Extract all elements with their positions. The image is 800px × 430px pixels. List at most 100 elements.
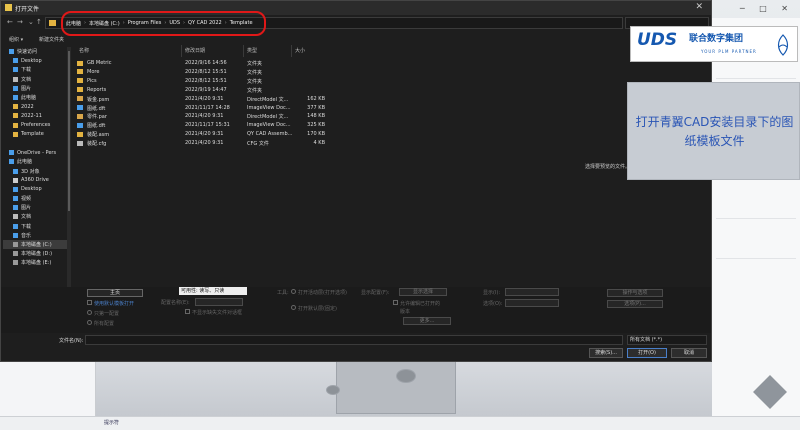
nav-item[interactable]: 文档 <box>3 212 67 221</box>
nav-item[interactable]: 下载 <box>3 222 67 231</box>
file-date: 2022/9/19 14:47 <box>185 86 227 93</box>
cad-model-body <box>336 359 456 414</box>
download-icon <box>13 223 18 229</box>
column-header-date[interactable]: 修改日期 <box>185 47 205 54</box>
nav-item[interactable]: A360 Drive <box>3 176 67 185</box>
cad-viewport[interactable] <box>96 355 712 416</box>
file-type: DirectModel 文... <box>247 114 289 121</box>
forward-arrow-icon[interactable]: → <box>17 18 23 26</box>
more-button[interactable]: 更多... <box>403 317 451 325</box>
nav-item[interactable]: 音乐 <box>3 231 67 240</box>
file-row[interactable]: Pics 2022/8/12 15:51 文件夹 <box>73 77 333 86</box>
nav-item[interactable]: 2022 <box>3 102 67 111</box>
nav-item[interactable]: 本地磁盘 (C:) <box>3 239 67 250</box>
all-configs-radio[interactable] <box>87 320 92 325</box>
file-size: 162 KB <box>307 95 325 102</box>
file-type-select[interactable]: 所有文档 (*.*) <box>627 335 707 345</box>
file-row[interactable]: 装配.cfg 2021/4/20 9:31 CFG 文件 4 KB <box>73 139 333 148</box>
file-name: Reports <box>87 86 107 93</box>
no-missing-dialog-checkbox[interactable] <box>185 309 190 314</box>
nav-item[interactable]: 此电脑 <box>3 157 67 166</box>
back-arrow-icon[interactable]: ← <box>7 18 13 26</box>
nav-item <box>3 139 67 148</box>
nav-item[interactable]: 文档 <box>3 75 67 84</box>
file-row[interactable]: 钣金.psm 2021/4/20 9:31 DirectModel 文... 162 … <box>73 95 333 104</box>
address-highlight-annotation <box>61 11 266 36</box>
file-name: 装配.asm <box>87 132 110 139</box>
nav-item[interactable]: Preferences <box>3 121 67 130</box>
active-layer-radio[interactable] <box>291 289 296 294</box>
file-size: 325 KB <box>307 122 325 129</box>
nav-item-label: 音乐 <box>21 232 32 239</box>
nav-item[interactable]: 此电脑 <box>3 93 67 102</box>
no-missing-dialog-label: 不显示缺失文件对话框 <box>192 310 243 316</box>
show-config-select[interactable]: 显示选择 <box>399 288 447 296</box>
folder-icon <box>13 113 18 119</box>
display-label: 显示(I): <box>483 290 501 296</box>
tools-label: 工具: <box>277 290 289 296</box>
config-name-select[interactable] <box>195 298 243 306</box>
nav-item[interactable]: 本地磁盘 (D:) <box>3 249 67 258</box>
search-button[interactable]: 搜索(S)... <box>589 348 623 358</box>
file-row[interactable]: Reports 2022/9/19 14:47 文件夹 <box>73 86 333 95</box>
cad-model-hole <box>326 385 340 395</box>
column-header-type[interactable]: 类型 <box>247 47 257 54</box>
open-options-panel: 主页 使用默认模板打开 只第一配置 所有配置 配置名称(E): 不显示缺失文件对… <box>1 287 711 333</box>
nav-item[interactable]: 2022-11 <box>3 111 67 120</box>
nav-item[interactable]: Desktop <box>3 56 67 65</box>
column-header-name[interactable]: 名称 <box>79 47 89 54</box>
column-header-size[interactable]: 大小 <box>295 47 305 54</box>
file-row[interactable]: GB Metric 2022/9/16 14:56 文件夹 <box>73 59 333 68</box>
sheetmetal-file-icon <box>77 96 83 102</box>
operations-button[interactable]: 操作与选项 <box>607 289 663 297</box>
up-arrow-icon[interactable]: ↑ <box>36 18 42 26</box>
new-folder-button[interactable]: 新建文件夹 <box>39 36 64 43</box>
nav-item-label: Template <box>21 131 44 138</box>
file-row[interactable]: More 2022/8/12 15:51 文件夹 <box>73 68 333 77</box>
organize-menu[interactable]: 组织 ▾ <box>9 36 23 43</box>
nav-item-label: A360 Drive <box>21 177 49 184</box>
cancel-button[interactable]: 取消 <box>671 348 707 358</box>
nav-item[interactable]: Desktop <box>3 185 67 194</box>
nav-item-label: 文档 <box>21 214 32 221</box>
nav-item[interactable]: 快速访问 <box>3 47 67 56</box>
filename-input[interactable] <box>85 335 623 345</box>
nav-item[interactable]: 视频 <box>3 194 67 203</box>
allow-edit-label: 允许编辑已打开的 <box>400 301 441 307</box>
file-date: 2022/8/12 15:51 <box>185 77 227 84</box>
use-default-checkbox[interactable] <box>87 300 92 305</box>
display-select[interactable] <box>505 288 559 296</box>
file-type: ImageView Doc... <box>247 104 291 111</box>
close-icon[interactable]: ✕ <box>695 2 703 12</box>
file-row[interactable]: 图纸.dft 2021/11/17 14:28 ImageView Doc... 37… <box>73 104 333 113</box>
file-type: DirectModel 文... <box>247 96 289 103</box>
folder-icon <box>13 131 18 137</box>
nav-pane-scrollbar[interactable] <box>67 47 71 287</box>
options-button[interactable]: 选项(P)... <box>607 300 663 308</box>
allow-edit-checkbox[interactable] <box>393 300 398 305</box>
file-row[interactable]: 图纸.dft 2021/11/17 15:31 ImageView Doc... 32… <box>73 121 333 130</box>
first-config-radio[interactable] <box>87 310 92 315</box>
recent-locations-chevron-icon[interactable]: ⌄ <box>28 18 34 26</box>
music-icon <box>13 232 18 238</box>
app-window-controls[interactable]: ─ □ ✕ <box>740 4 794 13</box>
file-row[interactable]: 装配.asm 2021/4/20 9:31 QY CAD Assemb... 170 … <box>73 130 333 139</box>
file-type: 文件夹 <box>247 78 263 85</box>
nav-item[interactable]: 图片 <box>3 203 67 212</box>
default-layer-radio[interactable] <box>291 305 296 310</box>
file-date: 2022/9/16 14:56 <box>185 60 227 66</box>
nav-item[interactable]: 图片 <box>3 84 67 93</box>
nav-item[interactable]: OneDrive - Pers <box>3 148 67 157</box>
nav-item[interactable]: 3D 对象 <box>3 166 67 175</box>
home-button[interactable]: 主页 <box>87 289 143 297</box>
open-file-dialog: 打开文件 ✕ ← → ⌄ ↑ 此电脑 › 本地磁盘 (C:) › Program Fil… <box>0 0 712 362</box>
file-row[interactable]: 零件.par 2021/4/20 9:31 DirectModel 文... 148 … <box>73 112 333 121</box>
open-button[interactable]: 打开(O) <box>627 348 667 358</box>
nav-item[interactable]: 本地磁盘 (E:) <box>3 258 67 267</box>
picture-icon <box>13 205 18 211</box>
file-date: 2021/4/20 9:31 <box>185 131 224 138</box>
nav-item[interactable]: Template <box>3 130 67 139</box>
nav-item[interactable]: 下载 <box>3 65 67 74</box>
options-select[interactable] <box>505 299 559 307</box>
logo-emblem-icon <box>777 34 789 56</box>
